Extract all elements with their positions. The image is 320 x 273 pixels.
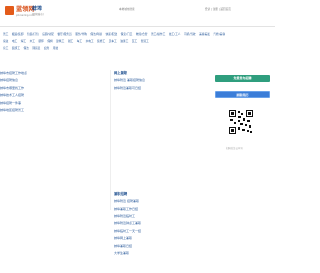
list-item-link[interactable]: 蚌埠兼职工作日结 (114, 206, 204, 213)
category-link[interactable]: 技工/工人 (169, 32, 181, 36)
list-item-link[interactable]: 蚌埠临时工一天一结 (114, 228, 204, 235)
category-link[interactable]: 厨师 (39, 39, 44, 43)
category-link[interactable]: 搬运/装卸 (12, 32, 24, 36)
part-time-online-panel: 网上兼职 蚌埠附近 兼职招聘信息 蚌埠附近兼职可日结 (114, 71, 204, 92)
panel-title: 网上兼职 (114, 71, 128, 75)
column-divider (110, 70, 111, 210)
category-link[interactable]: 管道工 (141, 39, 149, 43)
category-link[interactable]: 月嫂 (53, 46, 58, 50)
list-item-link[interactable]: 蚌埠招聘一件事 (0, 100, 108, 107)
category-link[interactable]: 后厨/切配 (42, 32, 54, 36)
category-link[interactable]: 普工/操作工 (151, 32, 165, 36)
refresh-resume-button[interactable]: 刷新简历 (215, 91, 270, 98)
category-link[interactable]: 装修工 (97, 39, 105, 43)
list-item-link[interactable]: 蚌埠网上兼职 (114, 235, 204, 242)
right-sidebar: 免费发布招聘 刷新简历 (215, 75, 273, 98)
logo-mark-icon (5, 6, 14, 15)
category-link[interactable]: 物流/仓管 (136, 32, 148, 36)
category-link[interactable]: 包装/打包 (27, 32, 39, 36)
list-item-link[interactable]: 蚌埠附近临时工 (114, 213, 204, 220)
category-link[interactable]: 快递/配送 (106, 32, 118, 36)
category-link[interactable]: 钳工 (68, 39, 73, 43)
city-switch-link[interactable]: [切换城市] (32, 13, 43, 16)
category-link[interactable]: 餐厅/服务员 (57, 32, 71, 36)
category-link[interactable]: 叉车工 (109, 39, 117, 43)
panel-title: 兼职招聘 (114, 192, 128, 196)
category-link[interactable]: 车工 (77, 39, 82, 43)
qr-code-image (229, 110, 253, 134)
category-link[interactable]: 迎宾 (44, 46, 49, 50)
city-name: 蚌埠 (32, 6, 43, 12)
category-link[interactable]: 汽修/美容 (213, 32, 225, 36)
list-item-link[interactable]: 蚌埠附近 兼职招聘信息 (114, 77, 204, 84)
category-row: 普工 搬运/装卸 包装/打包 后厨/切配 餐厅/服务员 服务/导购 保洁/阿姨 快递/配送 保安… (3, 33, 229, 36)
left-link-list: 蚌埠市招聘工作地点 蚌埠招聘信息 蚌埠市哪里找工作 蚌埠技术工人招聘 蚌埠招聘一件事 蚌埠… (0, 70, 108, 114)
category-link[interactable]: 木工 (30, 39, 35, 43)
category-link[interactable]: 焊工 (21, 39, 26, 43)
category-link[interactable]: 普工 (3, 32, 8, 36)
category-link[interactable]: 理货员 (32, 46, 40, 50)
category-row: 杂工 装卸工 保洁 理货员 迎宾 月嫂 (3, 47, 62, 50)
category-link[interactable]: 服务/导购 (75, 32, 87, 36)
category-link[interactable]: 杂工 (3, 46, 8, 50)
category-row: 家政 电工 焊工 木工 厨师 保姆 建筑工 钳工 车工 水电工 装修工 叉车工 油漆工 瓦工 管道工 (3, 40, 152, 43)
list-item-link[interactable]: 蚌埠招聘信息 (0, 77, 108, 84)
list-item-link[interactable]: 蚌埠地区招聘普工 (0, 107, 108, 114)
publish-job-button[interactable]: 免费发布招聘 (215, 75, 270, 82)
category-link[interactable]: 装卸工 (12, 46, 20, 50)
site-logo[interactable]: 蓝领网 job.lanling.com (5, 6, 35, 17)
category-link[interactable]: 司机/驾驶 (184, 32, 196, 36)
category-link[interactable]: 保安/门卫 (121, 32, 133, 36)
qr-caption: 扫码关注公众号 (226, 147, 243, 150)
category-link[interactable]: 保洁/阿姨 (90, 32, 102, 36)
list-item-link[interactable]: 大学生兼职 (114, 250, 204, 257)
list-item-link[interactable]: 蚌埠市哪里找工作 (0, 85, 108, 92)
category-link[interactable]: 水电工 (86, 39, 94, 43)
list-item-link[interactable]: 蚌埠附近兼职可日结 (114, 85, 204, 92)
account-links[interactable]: 登录 | 注册 | 返回首页 (205, 8, 231, 12)
category-link[interactable]: 保洁 (23, 46, 28, 50)
list-item-link[interactable]: 蚌埠附近 招聘兼职 (114, 198, 204, 205)
list-item-link[interactable]: 蚌埠兼职日结 (114, 243, 204, 250)
category-link[interactable]: 电工 (12, 39, 17, 43)
list-item-link[interactable]: 蚌埠技术工人招聘 (0, 92, 108, 99)
category-link[interactable]: 美容美发 (199, 32, 210, 36)
category-link[interactable]: 保姆 (47, 39, 52, 43)
search-link[interactable]: 本地城市搜索 (119, 8, 135, 12)
category-link[interactable]: 瓦工 (132, 39, 137, 43)
part-time-panel: 兼职招聘 蚌埠附近 招聘兼职 蚌埠兼职工作日结 蚌埠附近临时工 蚌埠附近钟点工兼职 蚌埠… (114, 192, 204, 257)
list-item-link[interactable]: 蚌埠市招聘工作地点 (0, 70, 108, 77)
category-link[interactable]: 建筑工 (56, 39, 64, 43)
list-item-link[interactable]: 蚌埠附近钟点工兼职 (114, 220, 204, 227)
category-link[interactable]: 家政 (3, 39, 8, 43)
category-link[interactable]: 油漆工 (120, 39, 128, 43)
